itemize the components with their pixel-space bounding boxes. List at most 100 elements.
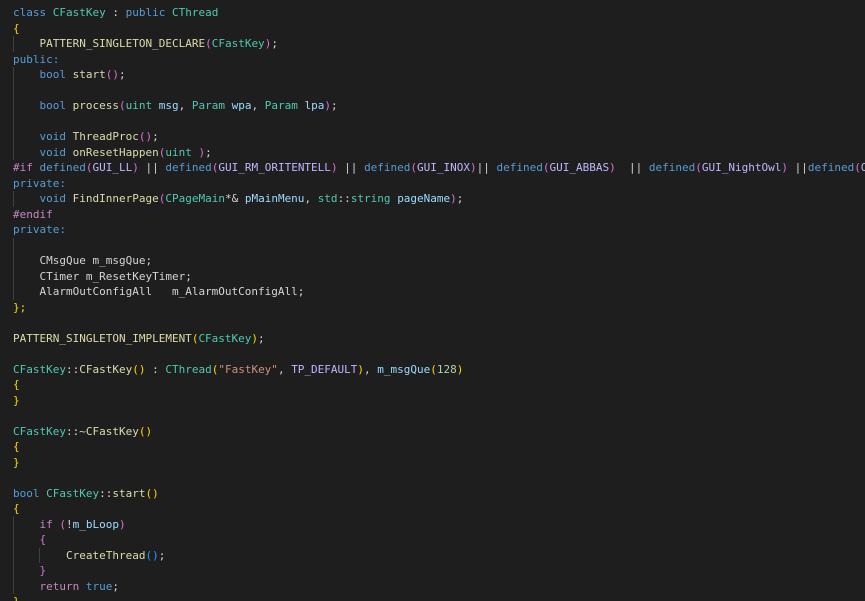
code-line[interactable]: private: <box>13 222 865 238</box>
code-token: "FastKey" <box>218 362 278 376</box>
code-line[interactable]: CreateThread(); <box>13 547 865 563</box>
code-line[interactable]: { <box>13 439 865 455</box>
code-token: ; <box>112 579 119 593</box>
code-token: :: <box>65 362 80 376</box>
code-token: CreateThread <box>65 548 146 562</box>
code-token: () <box>145 486 159 500</box>
code-token: pMainMenu <box>244 192 305 205</box>
code-line[interactable] <box>13 470 865 486</box>
code-token: CFastKey <box>13 362 66 376</box>
code-token: m_msgQue <box>377 362 431 376</box>
indent-guide <box>39 547 41 563</box>
indent-guide <box>13 36 14 52</box>
code-token: class <box>13 6 47 19</box>
code-token: CThread <box>171 6 219 19</box>
code-token: ; <box>258 331 265 345</box>
code-token: ; <box>205 145 212 159</box>
code-token: defined <box>39 161 86 174</box>
code-editor[interactable]: class CFastKey : public CThread{ PATTERN… <box>0 0 865 601</box>
code-token: Param <box>191 99 225 112</box>
code-token: void <box>39 145 67 159</box>
code-token: CFastKey <box>52 6 106 19</box>
code-line[interactable] <box>13 82 865 98</box>
code-line[interactable]: bool CFastKey::start() <box>13 486 865 502</box>
code-line[interactable] <box>13 315 865 331</box>
code-line[interactable] <box>13 237 865 253</box>
code-line[interactable]: { <box>13 21 865 37</box>
code-content[interactable]: class CFastKey : public CThread{ PATTERN… <box>13 5 865 601</box>
code-token: ) <box>132 161 139 174</box>
code-token: *& <box>224 192 239 205</box>
code-line[interactable]: { <box>13 377 865 393</box>
code-token: CFastKey <box>198 331 252 345</box>
code-token: #endif <box>13 207 53 221</box>
code-token: () <box>132 362 146 376</box>
code-line[interactable]: { <box>13 501 865 517</box>
code-token: :: <box>99 486 113 500</box>
code-token: ; <box>456 192 464 205</box>
code-line[interactable]: void FindInnerPage(CPageMain*& pMainMenu… <box>13 191 865 207</box>
code-line[interactable] <box>13 408 865 424</box>
code-line[interactable]: class CFastKey : public CThread <box>13 5 865 21</box>
code-token: ( <box>695 161 702 174</box>
code-token: void <box>39 130 67 143</box>
code-line[interactable]: void onResetHappen(uint ); <box>13 144 865 160</box>
code-line[interactable]: if (!m_bLoop) <box>13 516 865 532</box>
code-token: { <box>13 502 20 515</box>
code-token: lpa <box>304 99 325 112</box>
code-line[interactable]: } <box>13 594 865 601</box>
code-token: } <box>13 393 20 407</box>
code-token: ( <box>542 161 550 174</box>
code-line[interactable]: } <box>13 393 865 409</box>
code-token: if <box>39 517 53 531</box>
code-line[interactable]: return true; <box>13 578 865 594</box>
code-token: onResetHappen <box>72 145 159 159</box>
code-token: true <box>85 579 113 593</box>
code-token: ThreadProc <box>72 130 139 143</box>
code-line[interactable]: { <box>13 532 865 548</box>
code-token: ) <box>609 161 616 174</box>
code-line[interactable]: private: <box>13 176 865 192</box>
code-line[interactable]: CFastKey::CFastKey() : CThread("FastKey"… <box>13 362 865 378</box>
code-token: OEM_WQ <box>860 161 865 174</box>
code-line[interactable]: #endif <box>13 207 865 223</box>
code-line[interactable]: PATTERN_SINGLETON_IMPLEMENT(CFastKey); <box>13 331 865 347</box>
code-line[interactable]: } <box>13 563 865 579</box>
code-token: PATTERN_SINGLETON_IMPLEMENT <box>13 331 192 345</box>
code-line[interactable]: CMsgQue m_msgQue; <box>13 253 865 269</box>
code-line[interactable]: public: <box>13 52 865 68</box>
indent-guide <box>13 516 14 532</box>
code-line[interactable]: void ThreadProc(); <box>13 129 865 145</box>
indent-guide <box>13 253 14 269</box>
code-token: } <box>39 564 47 577</box>
code-line[interactable]: bool start(); <box>13 67 865 83</box>
code-line[interactable]: }; <box>13 300 865 316</box>
code-line[interactable]: PATTERN_SINGLETON_DECLARE(CFastKey); <box>13 36 865 52</box>
code-line[interactable] <box>13 113 865 129</box>
code-line[interactable]: AlarmOutConfigAll m_AlarmOutConfigAll; <box>13 284 865 300</box>
code-line[interactable]: } <box>13 455 865 471</box>
code-token: defined <box>807 161 855 174</box>
indent-guide <box>13 67 14 83</box>
indent-guide <box>13 129 14 145</box>
code-token: public: <box>13 52 60 66</box>
code-line[interactable]: CFastKey::~CFastKey() <box>13 424 865 440</box>
code-line[interactable]: #if defined(GUI_LL) || defined(GUI_RM_OR… <box>13 160 865 176</box>
code-token: , <box>364 362 378 376</box>
code-line[interactable]: bool process(uint msg, Param wpa, Param … <box>13 98 865 114</box>
code-token: PATTERN_SINGLETON_DECLARE <box>39 37 206 50</box>
code-token: () <box>105 68 119 81</box>
code-line[interactable]: CTimer m_ResetKeyTimer; <box>13 268 865 284</box>
code-token: m_bLoop <box>72 517 119 531</box>
code-line[interactable] <box>13 346 865 362</box>
